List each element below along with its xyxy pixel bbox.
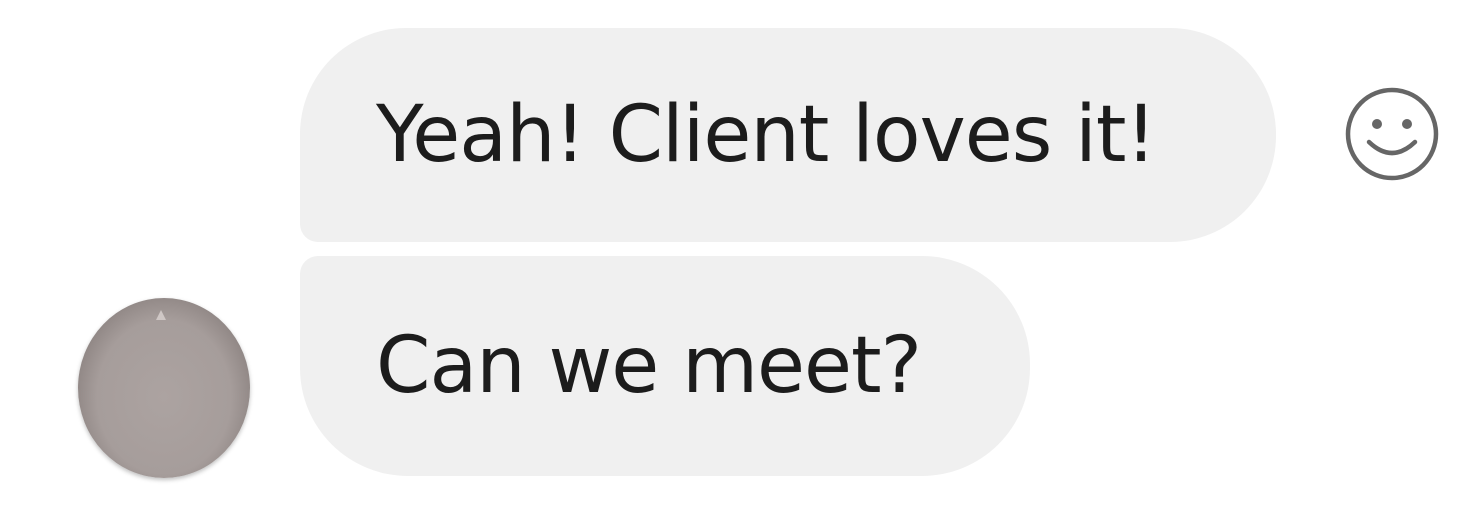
message-text-2: Can we meet? [376,321,922,411]
avatar[interactable] [78,298,250,478]
message-bubble-2[interactable]: Can we meet? [300,256,1030,476]
add-reaction-button[interactable] [1340,86,1444,182]
message-text-1: Yeah! Client loves it! [376,90,1157,180]
message-bubble-1[interactable]: Yeah! Client loves it! [300,28,1276,242]
smiley-face-icon [1345,87,1439,181]
